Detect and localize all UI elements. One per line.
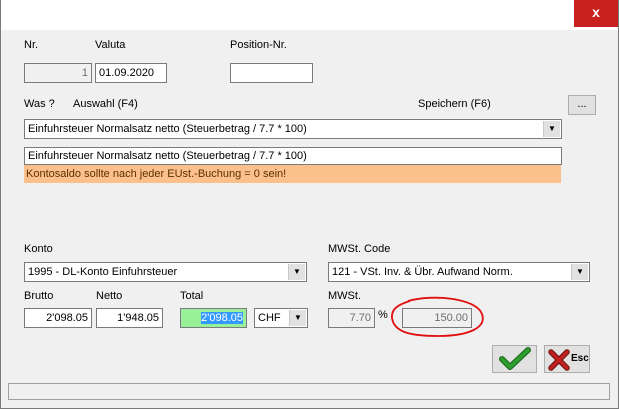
check-icon [498, 347, 531, 370]
valuta-field[interactable]: 01.09.2020 [95, 63, 167, 83]
konto-label: Konto [24, 243, 53, 255]
close-icon: x [592, 4, 600, 20]
title-bar [0, 0, 619, 30]
netto-field[interactable]: 1'948.05 [96, 308, 163, 328]
currency-select[interactable]: CHF ▼ [254, 308, 308, 328]
cancel-button[interactable]: Esc [544, 345, 590, 373]
confirm-button[interactable] [492, 345, 537, 373]
window-border-left [0, 0, 1, 409]
mwst-label: MWSt. [328, 290, 361, 302]
esc-label: Esc [571, 353, 589, 364]
position-nr-field[interactable] [230, 63, 313, 83]
nr-label: Nr. [24, 39, 39, 51]
description-field[interactable]: Einfuhrsteuer Normalsatz netto (Steuerbe… [24, 147, 562, 165]
status-bar [8, 383, 610, 400]
chevron-down-icon[interactable]: ▼ [288, 264, 305, 280]
position-nr-label: Position-Nr. [230, 39, 287, 51]
was-label: Was ? [24, 98, 55, 110]
brutto-label: Brutto [24, 290, 54, 302]
chevron-down-icon[interactable]: ▼ [289, 310, 306, 326]
mwst-rate-field: 7.70 [328, 308, 375, 328]
brutto-field[interactable]: 2'098.05 [24, 308, 92, 328]
browse-button[interactable]: ... [568, 95, 596, 115]
konto-select[interactable]: 1995 - DL-Konto Einfuhrsteuer ▼ [24, 262, 307, 282]
konto-select-value: 1995 - DL-Konto Einfuhrsteuer [28, 266, 178, 278]
x-esc-icon [548, 349, 570, 371]
total-label: Total [180, 290, 204, 302]
mwst-code-select[interactable]: 121 - VSt. Inv. & Übr. Aufwand Norm. ▼ [328, 262, 590, 282]
was-select[interactable]: Einfuhrsteuer Normalsatz netto (Steuerbe… [24, 119, 562, 139]
valuta-label: Valuta [95, 39, 126, 51]
mwst-code-label: MWSt. Code [328, 243, 391, 255]
chevron-down-icon[interactable]: ▼ [543, 121, 560, 137]
total-value: 2'098.05 [201, 312, 243, 324]
was-select-value: Einfuhrsteuer Normalsatz netto (Steuerbe… [28, 123, 307, 135]
note-banner: Kontosaldo sollte nach jeder EUst.-Buchu… [24, 165, 561, 183]
netto-label: Netto [96, 290, 123, 302]
annotation-circle [391, 296, 484, 337]
currency-value: CHF [258, 312, 281, 324]
percent-label: % [378, 309, 388, 321]
auswahl-label: Auswahl (F4) [73, 98, 138, 110]
nr-field: 1 [24, 63, 92, 83]
close-button[interactable]: x [574, 0, 618, 27]
chevron-down-icon[interactable]: ▼ [571, 264, 588, 280]
total-field[interactable]: 2'098.05 [180, 308, 247, 328]
speichern-label: Speichern (F6) [418, 98, 491, 110]
mwst-code-select-value: 121 - VSt. Inv. & Übr. Aufwand Norm. [332, 266, 513, 278]
